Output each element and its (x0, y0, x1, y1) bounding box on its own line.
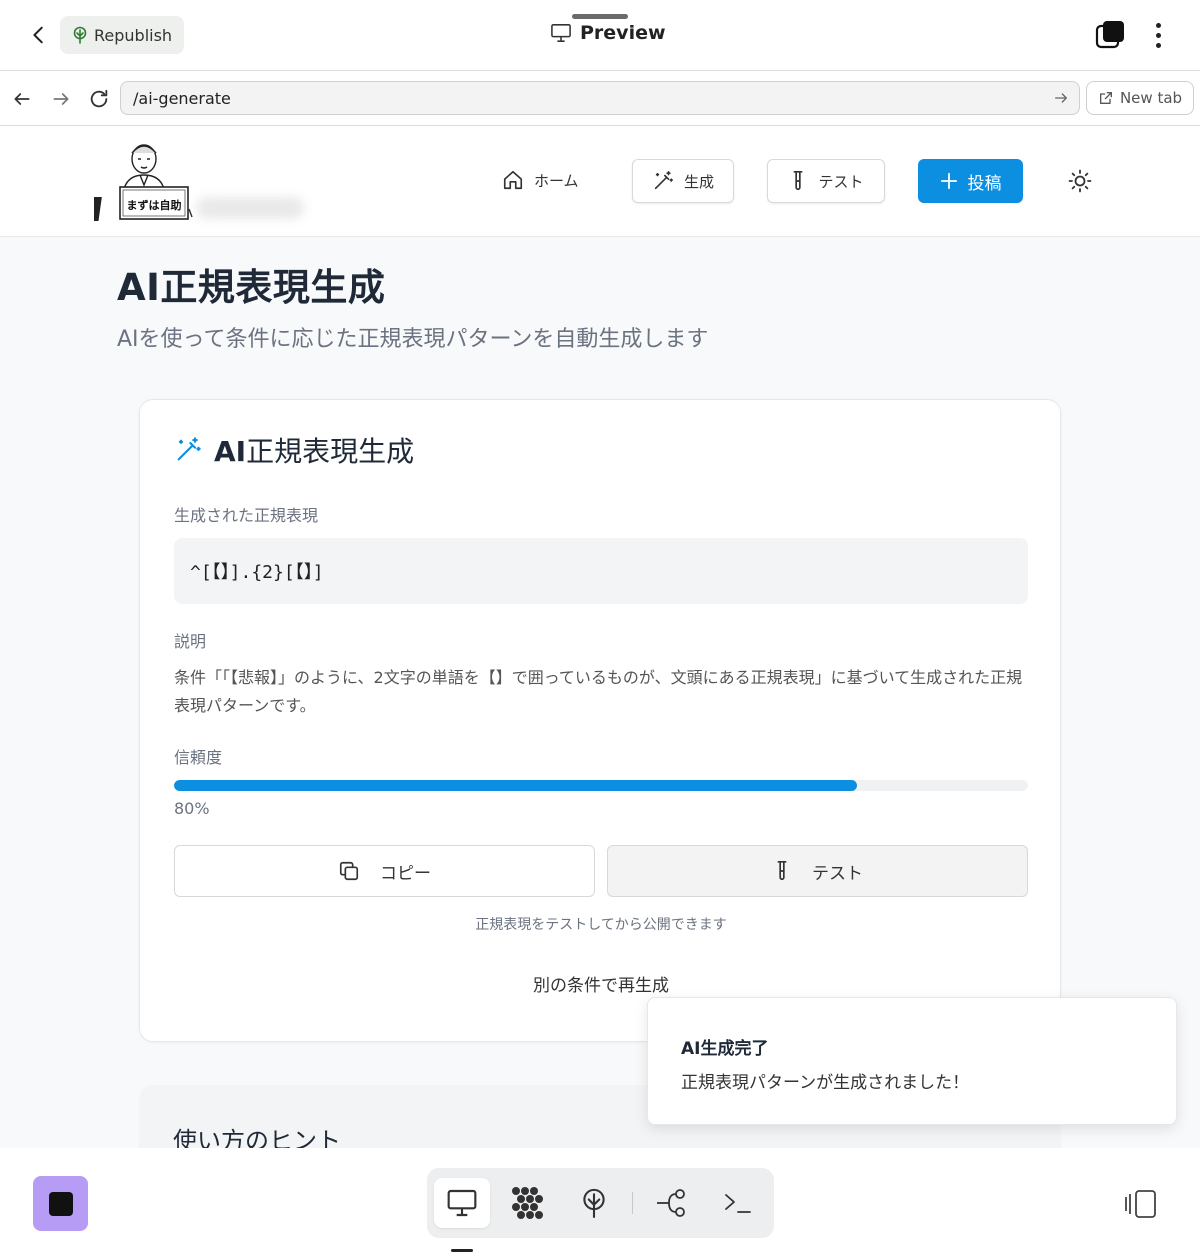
card-title: AI正規表現生成 (174, 430, 414, 470)
url-field[interactable]: /ai-generate (120, 81, 1080, 115)
republish-label: Republish (94, 25, 173, 45)
confidence-value: 80% (174, 799, 210, 818)
sidebar-panel-icon[interactable] (1122, 1188, 1158, 1220)
regex-label: 生成された正規表現 (174, 506, 319, 525)
test-label: テスト (812, 863, 863, 884)
dock-workflow-button[interactable] (644, 1178, 700, 1228)
dock-deploy-button[interactable] (566, 1178, 622, 1228)
republish-button[interactable]: Republish (60, 16, 185, 54)
dock-preview-button[interactable] (434, 1178, 490, 1228)
stop-icon (48, 1191, 73, 1216)
more-vertical-icon (1155, 22, 1161, 28)
bottom-toolbar (0, 1148, 1200, 1258)
description-text: 条件「「【悲報】」のように、2文字の単語を【】で囲っているものが、文頭にある正規… (174, 668, 1023, 715)
address-bar: /ai-generate New tab (0, 71, 1200, 126)
site-name-blurred (196, 197, 304, 219)
stop-button[interactable] (33, 1176, 88, 1231)
confidence-label: 信頼度 (174, 748, 223, 767)
reload-icon (90, 89, 108, 108)
new-tab-button[interactable]: New tab (1086, 81, 1194, 115)
logo-text: まずは自助 (127, 198, 182, 212)
nav-post-button[interactable]: 投稿 (918, 159, 1023, 203)
nav-home-link[interactable]: ホーム (502, 169, 579, 191)
nav-test-button[interactable]: テスト (767, 159, 885, 203)
reload-button[interactable] (86, 86, 112, 112)
nav-post-label: 投稿 (967, 173, 1002, 194)
description-label: 説明 (174, 632, 207, 651)
tips-title: 使い方のヒント (173, 1127, 341, 1148)
preview-label: Preview (580, 22, 666, 44)
nav-test-label: テスト (818, 172, 864, 191)
page-title: AI正規表現生成 (117, 266, 386, 309)
toast-message: 正規表現パターンが生成されました！ (681, 1073, 970, 1093)
terminal-icon (725, 1194, 751, 1213)
test-tube-icon (793, 171, 803, 191)
confidence-bar-fill (174, 780, 858, 791)
arrow-right-icon (53, 93, 69, 105)
copy-icon (339, 861, 359, 881)
dock-apps-button[interactable] (500, 1178, 556, 1228)
monitor-icon (551, 24, 571, 42)
grid-icon (512, 1187, 543, 1219)
preview-title: Preview (550, 22, 666, 44)
toast-notification[interactable]: AI生成完了 正規表現パターンが生成されました！ (647, 997, 1177, 1125)
go-arrow-icon[interactable] (1053, 90, 1069, 106)
sun-icon[interactable] (1068, 169, 1092, 193)
magic-wand-icon (177, 437, 201, 461)
monitor-icon (447, 1189, 477, 1217)
nav-generate-button[interactable]: 生成 (632, 159, 734, 203)
nav-back-button[interactable] (9, 86, 35, 112)
more-menu-button[interactable] (1146, 20, 1170, 50)
result-card: AI正規表現生成 生成された正規表現 ^[【】].{2}[【】] 説明 条件「「… (139, 399, 1061, 1042)
regenerate-button[interactable]: 別の条件で再生成 (140, 971, 1062, 996)
test-button[interactable]: テスト (607, 845, 1028, 897)
site-header: まずは自助 ホーム 生成 テスト 投稿 (0, 127, 1200, 237)
nav-home-label: ホーム (534, 171, 579, 190)
site-logo[interactable]: まずは自助 (94, 139, 194, 223)
dock-separator (632, 1192, 633, 1214)
tree-icon (583, 1188, 605, 1219)
tabs-icon[interactable] (1095, 20, 1125, 50)
new-tab-label: New tab (1119, 89, 1183, 107)
drag-handle[interactable] (572, 14, 628, 19)
nav-forward-button[interactable] (48, 86, 74, 112)
dock (427, 1168, 774, 1238)
app-topbar: Republish Preview (0, 0, 1200, 71)
dock-terminal-button[interactable] (710, 1178, 766, 1228)
active-indicator (451, 1249, 473, 1252)
copy-label: コピー (380, 863, 431, 884)
confidence-bar (174, 780, 1028, 791)
plus-icon (940, 172, 957, 190)
external-link-icon (1099, 92, 1112, 104)
back-button[interactable] (24, 20, 54, 50)
chevron-left-icon (33, 26, 43, 44)
copy-button[interactable]: コピー (174, 845, 595, 897)
regex-output[interactable]: ^[【】].{2}[【】] (174, 538, 1028, 604)
publish-note: 正規表現をテストしてから公開できます (475, 917, 727, 933)
url-text: /ai-generate (133, 88, 231, 108)
magic-wand-icon (654, 171, 673, 190)
toast-title: AI生成完了 (681, 1039, 769, 1059)
tree-icon (73, 26, 87, 44)
home-icon (503, 170, 523, 190)
page-subtitle: AIを使って条件に応じた正規表現パターンを自動生成します (117, 327, 709, 352)
nav-generate-label: 生成 (683, 172, 714, 191)
workflow-icon (657, 1189, 685, 1217)
test-tube-icon (777, 861, 787, 881)
arrow-left-icon (14, 93, 30, 105)
